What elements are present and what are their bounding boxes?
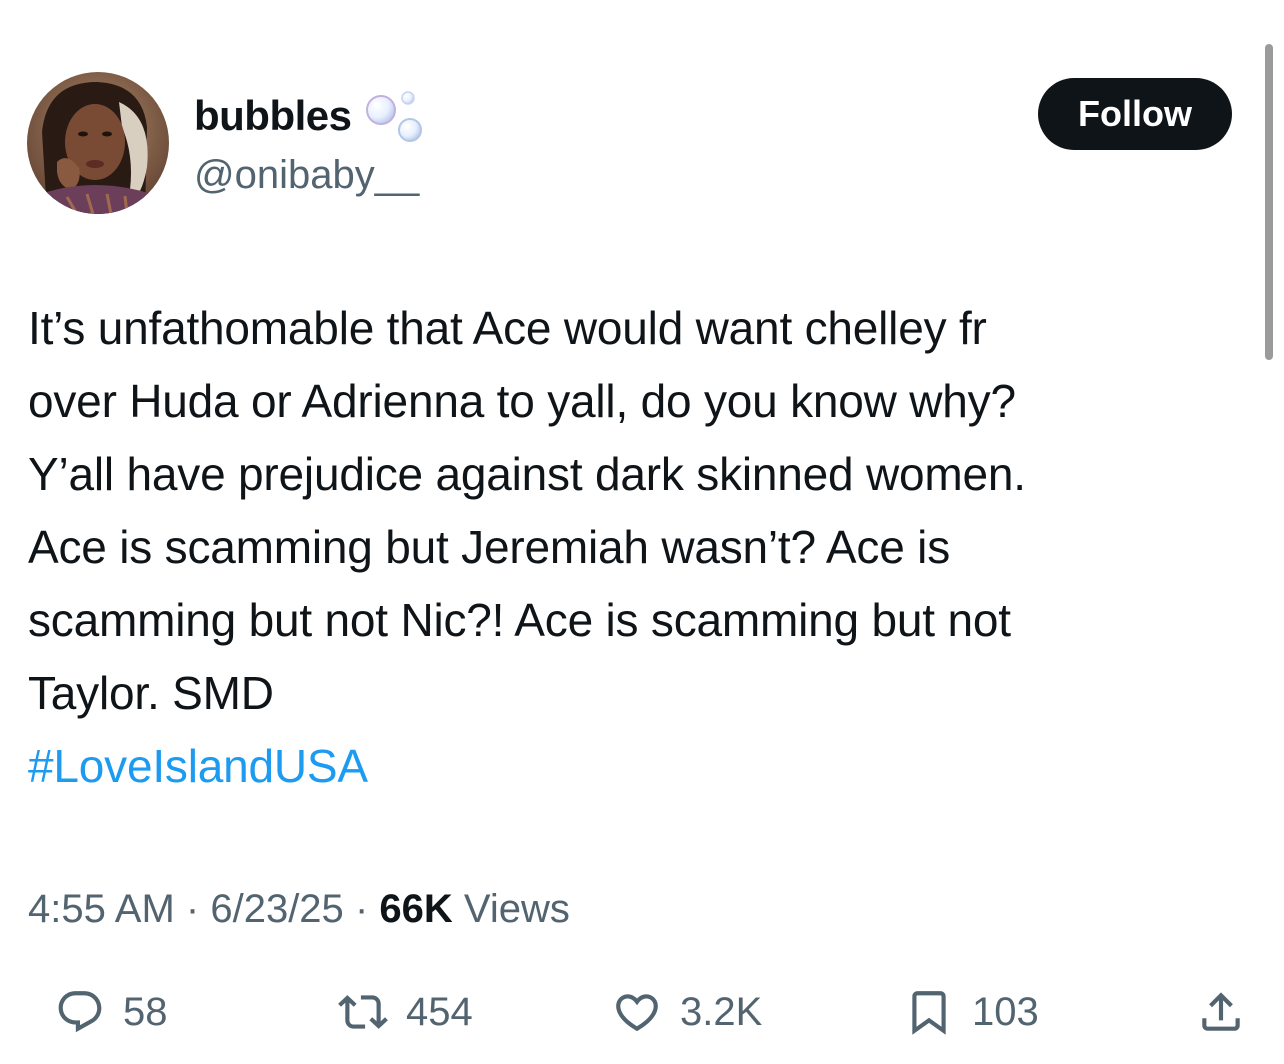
repost-count: 454 <box>406 990 473 1034</box>
bookmark-count: 103 <box>972 990 1039 1034</box>
tweet-text: It’s unfathomable that Ace would want ch… <box>28 292 1238 803</box>
share-icon <box>1202 992 1240 1031</box>
tweet-date[interactable]: 6/23/25 <box>210 887 343 931</box>
like-count: 3.2K <box>680 990 763 1034</box>
display-name-text: bubbles <box>194 92 352 139</box>
reply-button[interactable]: 58 <box>55 984 168 1040</box>
hashtag-link[interactable]: #LoveIslandUSA <box>28 730 1238 803</box>
author-handle[interactable]: @onibaby__ <box>194 150 419 200</box>
separator: · <box>185 887 200 931</box>
repost-button[interactable]: 454 <box>338 984 473 1040</box>
reply-count: 58 <box>123 990 168 1034</box>
tweet-time[interactable]: 4:55 AM <box>28 887 175 931</box>
tweet-text-line: Ace is scamming but Jeremiah wasn’t? Ace… <box>28 521 951 573</box>
views-label: Views <box>463 887 570 931</box>
author-display-name[interactable]: bubbles <box>194 88 426 144</box>
repost-icon <box>338 995 388 1029</box>
avatar[interactable] <box>27 72 169 214</box>
tweet-text-line: over Huda or Adrienna to yall, do you kn… <box>28 375 1016 427</box>
share-button[interactable] <box>1196 984 1246 1040</box>
tweet-text-line: Y’all have prejudice against dark skinne… <box>28 448 1026 500</box>
tweet-meta: 4:55 AM · 6/23/25 · 66K Views <box>28 884 570 934</box>
bookmark-button[interactable]: 103 <box>904 984 1039 1040</box>
heart-icon <box>616 994 658 1032</box>
scrollbar[interactable] <box>1265 44 1273 360</box>
action-bar: 58 454 3.2K 103 <box>0 984 1284 1040</box>
bookmark-icon <box>912 991 946 1035</box>
tweet-text-line: Taylor. SMD <box>28 667 274 719</box>
tweet-text-line: scamming but not Nic?! Ace is scamming b… <box>28 594 1011 646</box>
like-button[interactable]: 3.2K <box>612 984 762 1040</box>
reply-icon <box>58 991 102 1033</box>
tweet-text-line: It’s unfathomable that Ace would want ch… <box>28 302 987 354</box>
bubbles-emoji-icon <box>365 91 422 142</box>
follow-button[interactable]: Follow <box>1038 78 1232 150</box>
views-count: 66K <box>379 887 453 931</box>
separator: · <box>354 887 369 931</box>
